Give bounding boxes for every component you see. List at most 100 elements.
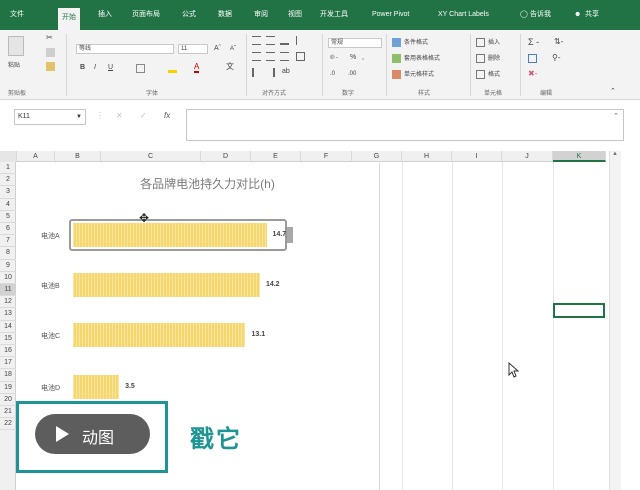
row-header-14[interactable]: 14 [0, 321, 16, 333]
row-header-13[interactable]: 13 [0, 308, 16, 321]
sort-filter-icon[interactable]: ⇅- [554, 38, 563, 46]
find-select-icon[interactable]: ⚲- [552, 54, 561, 62]
bar[interactable] [73, 223, 267, 247]
paste-icon[interactable] [8, 36, 24, 56]
row-header-19[interactable]: 19 [0, 382, 16, 394]
bold-button[interactable]: B [80, 64, 85, 72]
merge-center-icon[interactable] [296, 52, 305, 61]
row-header-9[interactable]: 9 [0, 260, 16, 272]
tab-home[interactable]: 开始 [58, 8, 80, 30]
vertical-scrollbar[interactable]: ▲ [609, 151, 621, 490]
collapse-ribbon-icon[interactable]: ⌃ [610, 88, 616, 96]
active-cell[interactable] [553, 303, 605, 318]
shrink-font-icon[interactable]: Aˇ [230, 45, 236, 53]
align-middle-icon[interactable] [266, 36, 275, 45]
row-header-4[interactable]: 4 [0, 199, 16, 211]
row-header-11[interactable]: 11 [0, 284, 16, 297]
tab-file[interactable]: 文件 [10, 0, 24, 30]
align-bottom-icon[interactable] [280, 36, 289, 45]
row-header-15[interactable]: 15 [0, 333, 16, 345]
format-as-table-button[interactable]: 套用表格格式 [404, 55, 440, 63]
row-header-21[interactable]: 21 [0, 406, 16, 419]
number-format-select[interactable]: 常规 [328, 38, 382, 48]
comma-icon[interactable]: , [362, 54, 364, 62]
column-header-a[interactable]: A [17, 151, 55, 162]
bar[interactable] [73, 375, 120, 399]
row-header-5[interactable]: 5 [0, 211, 16, 223]
enter-icon[interactable]: ✓ [140, 112, 147, 120]
autosum-icon[interactable]: Σ - [528, 38, 539, 47]
cell-styles-button[interactable]: 单元格样式 [404, 71, 434, 79]
delete-cells-icon[interactable] [476, 54, 485, 63]
row-header-6[interactable]: 6 [0, 223, 16, 236]
tab-developer[interactable]: 开发工具 [320, 0, 348, 30]
decrease-decimal-icon[interactable]: .00 [348, 70, 356, 78]
orientation-icon[interactable]: ab [282, 68, 290, 76]
wrap-text-icon[interactable] [296, 36, 305, 45]
column-header-g[interactable]: G [352, 151, 402, 162]
row-header-10[interactable]: 10 [0, 272, 16, 284]
cut-icon[interactable]: ✂ [46, 34, 53, 42]
chart-title[interactable]: 各品牌电池持久力对比(h) [35, 175, 380, 192]
insert-function-icon[interactable]: fx [164, 112, 170, 120]
phonetic-icon[interactable]: 文 [226, 63, 234, 71]
row-header-16[interactable]: 16 [0, 345, 16, 358]
copy-icon[interactable] [46, 48, 55, 57]
row-header-12[interactable]: 12 [0, 296, 16, 309]
column-header-e[interactable]: E [251, 151, 301, 162]
tab-view[interactable]: 视图 [288, 0, 302, 30]
cell-styles-icon[interactable] [392, 70, 401, 79]
underline-button[interactable]: U [108, 64, 113, 72]
insert-cells-button[interactable]: 插入 [488, 39, 500, 47]
align-right-icon[interactable] [280, 52, 289, 61]
bar[interactable] [73, 273, 260, 297]
conditional-format-button[interactable]: 条件格式 [404, 39, 428, 47]
tab-page-layout[interactable]: 页面布局 [132, 0, 160, 30]
tab-formulas[interactable]: 公式 [182, 0, 196, 30]
accounting-format-icon[interactable]: ℗ - [330, 54, 338, 62]
format-as-table-icon[interactable] [392, 54, 401, 63]
delete-cells-button[interactable]: 删除 [488, 55, 500, 63]
column-header-c[interactable]: C [101, 151, 201, 162]
align-top-icon[interactable] [252, 36, 261, 45]
expand-formula-icon[interactable]: ⌃ [613, 112, 619, 120]
format-cells-button[interactable]: 格式 [488, 71, 500, 79]
scroll-up-icon[interactable]: ▲ [612, 151, 618, 157]
play-icon[interactable] [56, 426, 69, 442]
name-box[interactable]: K11 ▼ [14, 109, 86, 125]
row-header-3[interactable]: 3 [0, 186, 16, 199]
increase-indent-icon[interactable] [266, 68, 275, 77]
align-left-icon[interactable] [252, 52, 261, 61]
tab-insert[interactable]: 插入 [98, 0, 112, 30]
border-icon[interactable] [136, 64, 145, 73]
row-header-8[interactable]: 8 [0, 247, 16, 260]
column-header-j[interactable]: J [502, 151, 553, 162]
italic-button[interactable]: I [94, 64, 96, 72]
bar[interactable] [73, 323, 246, 347]
tab-xy-chart-labels[interactable]: XY Chart Labels [438, 0, 489, 30]
row-header-7[interactable]: 7 [0, 235, 16, 248]
column-header-i[interactable]: I [452, 151, 502, 162]
format-cells-icon[interactable] [476, 70, 485, 79]
row-header-17[interactable]: 17 [0, 357, 16, 370]
row-header-1[interactable]: 1 [0, 162, 16, 175]
align-center-icon[interactable] [266, 52, 275, 61]
tab-review[interactable]: 审阅 [254, 0, 268, 30]
cancel-icon[interactable]: ✕ [116, 112, 123, 120]
play-gif-label[interactable]: 动图 [82, 424, 114, 448]
font-color-icon[interactable]: A [194, 63, 200, 73]
increase-decimal-icon[interactable]: .0 [330, 70, 335, 78]
row-header-2[interactable]: 2 [0, 174, 16, 187]
font-size-select[interactable]: 11 [178, 44, 208, 54]
conditional-format-icon[interactable] [392, 38, 401, 47]
share-button[interactable]: 共享 [585, 0, 599, 30]
percent-icon[interactable]: % [350, 54, 356, 62]
fill-icon[interactable] [528, 54, 537, 63]
tell-me-search[interactable]: 告诉我 [530, 0, 551, 30]
decrease-indent-icon[interactable] [252, 68, 261, 77]
row-header-22[interactable]: 22 [0, 418, 16, 431]
formula-options-icon[interactable]: ⋮ [96, 112, 104, 120]
clear-icon[interactable]: ✖- [528, 70, 537, 78]
column-header-d[interactable]: D [201, 151, 251, 162]
grow-font-icon[interactable]: Aˆ [214, 45, 221, 53]
